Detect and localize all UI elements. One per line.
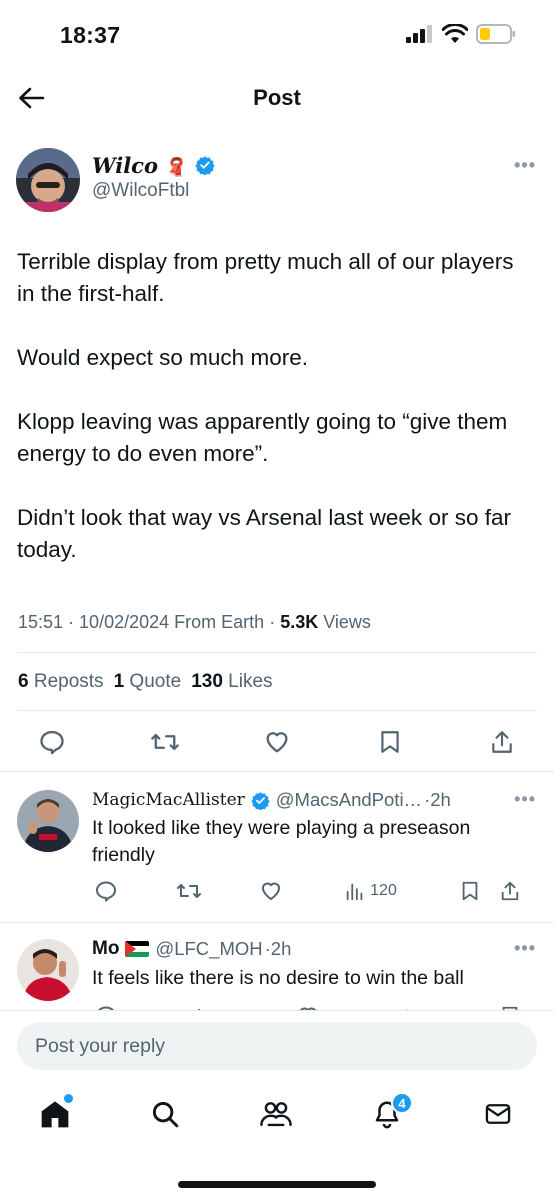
reply-input[interactable]: Post your reply bbox=[17, 1022, 537, 1070]
repost-button[interactable] bbox=[171, 876, 207, 906]
reply-text: It feels like there is no desire to win … bbox=[92, 967, 464, 989]
home-indicator bbox=[178, 1181, 376, 1188]
nav-home[interactable] bbox=[33, 1092, 77, 1136]
verified-badge-icon bbox=[195, 156, 215, 176]
quotes-stat[interactable]: 1 Quote bbox=[114, 671, 182, 693]
bookmark-button[interactable] bbox=[492, 1001, 528, 1010]
reply-header: Mo @LFC_MOH ·2h bbox=[92, 938, 292, 960]
reply-button[interactable] bbox=[88, 1001, 124, 1010]
nav-search[interactable] bbox=[143, 1092, 187, 1136]
post-paragraph: Didn’t look that way vs Arsenal last wee… bbox=[17, 505, 511, 562]
reply-avatar[interactable] bbox=[17, 939, 79, 1001]
bookmark-icon bbox=[462, 881, 478, 901]
like-button[interactable] bbox=[290, 1001, 326, 1010]
heart-icon bbox=[266, 732, 288, 753]
reply-icon bbox=[96, 881, 116, 902]
share-button[interactable] bbox=[480, 725, 524, 759]
status-time: 18:37 bbox=[60, 22, 121, 48]
likes-stat[interactable]: 130 Likes bbox=[191, 671, 272, 693]
reply-handle[interactable]: @LFC_MOH bbox=[155, 938, 262, 960]
scarf-emoji: 🧣 bbox=[165, 157, 188, 178]
divider bbox=[17, 710, 537, 711]
nav-notifications[interactable]: 4 bbox=[365, 1092, 413, 1136]
repost-button[interactable] bbox=[189, 1001, 225, 1010]
reply-icon bbox=[40, 730, 64, 755]
avatar-image bbox=[16, 148, 80, 212]
more-options-icon[interactable]: ••• bbox=[514, 789, 536, 810]
bookmark-button[interactable] bbox=[368, 725, 412, 759]
reply-action-bar: 120 bbox=[88, 876, 528, 906]
repost-icon bbox=[150, 733, 179, 751]
bookmark-icon bbox=[380, 731, 399, 753]
divider bbox=[0, 1010, 554, 1011]
search-icon bbox=[152, 1101, 179, 1128]
divider bbox=[17, 652, 537, 653]
verified-badge-icon bbox=[251, 791, 270, 810]
reply-name[interactable]: Mo bbox=[92, 938, 119, 960]
post-paragraph: Klopp leaving was apparently going to “g… bbox=[17, 409, 508, 466]
page-title: Post bbox=[253, 85, 301, 110]
views-button[interactable] bbox=[391, 1001, 427, 1010]
like-button[interactable] bbox=[255, 725, 299, 759]
reply-button[interactable] bbox=[88, 876, 124, 906]
post-source: From Earth bbox=[174, 612, 265, 632]
post-date: 10/02/2024 bbox=[79, 612, 170, 632]
reply-name[interactable]: MagicMacAllister bbox=[92, 790, 245, 810]
post-action-bar bbox=[30, 725, 524, 759]
reply-views-count: 120 bbox=[370, 882, 397, 899]
post-text: Terrible display from pretty much all of… bbox=[17, 246, 537, 598]
signal-icon bbox=[406, 25, 432, 43]
share-icon bbox=[501, 881, 519, 901]
post-paragraph: Terrible display from pretty much all of… bbox=[17, 249, 514, 306]
reply-avatar[interactable] bbox=[17, 790, 79, 852]
nav-communities[interactable] bbox=[254, 1092, 298, 1136]
like-button[interactable] bbox=[253, 876, 289, 906]
author-handle[interactable]: @WilcoFtbl bbox=[92, 180, 189, 202]
reply-item[interactable]: MagicMacAllister @MacsAndPoti… ·2h ••• I… bbox=[0, 772, 554, 922]
reply-age: 2h bbox=[270, 938, 292, 959]
mail-icon bbox=[485, 1104, 511, 1124]
battery-icon bbox=[476, 24, 515, 44]
nav-messages[interactable] bbox=[476, 1092, 520, 1136]
repost-icon bbox=[176, 884, 201, 898]
views-label: Views bbox=[323, 612, 371, 632]
views-button[interactable]: 120 bbox=[336, 876, 406, 906]
reply-button[interactable] bbox=[30, 725, 74, 759]
repost-button[interactable] bbox=[143, 725, 187, 759]
author-avatar[interactable] bbox=[16, 148, 80, 212]
share-icon bbox=[492, 731, 512, 753]
bottom-nav: 4 bbox=[0, 1092, 554, 1142]
bookmark-button[interactable] bbox=[452, 876, 488, 906]
status-icons bbox=[406, 24, 516, 44]
post-meta: 15:51 · 10/02/2024 From Earth · 5.3K Vie… bbox=[18, 612, 371, 632]
avatar-image bbox=[17, 939, 79, 1001]
wifi-icon bbox=[442, 24, 468, 43]
reply-text: It looked like they were playing a prese… bbox=[92, 817, 471, 866]
reply-item[interactable]: Mo @LFC_MOH ·2h ••• It feels like there … bbox=[0, 923, 554, 1010]
post-paragraph: Would expect so much more. bbox=[17, 345, 308, 370]
post-stats: 6 Reposts 1 Quote 130 Likes bbox=[18, 671, 273, 693]
analytics-icon bbox=[346, 883, 363, 901]
avatar-image bbox=[17, 790, 79, 852]
reply-action-bar bbox=[88, 1001, 528, 1010]
home-unread-dot bbox=[64, 1094, 73, 1103]
heart-icon bbox=[262, 882, 280, 900]
share-button[interactable] bbox=[492, 876, 528, 906]
reply-header: MagicMacAllister @MacsAndPoti… ·2h bbox=[92, 789, 451, 811]
reply-input-placeholder: Post your reply bbox=[35, 1035, 166, 1057]
notification-badge: 4 bbox=[391, 1092, 413, 1114]
palestine-flag-icon bbox=[125, 941, 150, 957]
views-count: 5.3K bbox=[280, 612, 319, 632]
post-time: 15:51 bbox=[18, 612, 64, 632]
reposts-stat[interactable]: 6 Reposts bbox=[18, 671, 104, 693]
communities-icon bbox=[260, 1102, 292, 1127]
more-options-icon[interactable]: ••• bbox=[514, 938, 536, 959]
more-options-icon[interactable]: ••• bbox=[514, 155, 536, 176]
author-name[interactable]: Wilco 🧣 bbox=[92, 153, 215, 178]
reply-handle[interactable]: @MacsAndPoti… bbox=[276, 789, 422, 811]
reply-age: 2h bbox=[430, 789, 451, 810]
